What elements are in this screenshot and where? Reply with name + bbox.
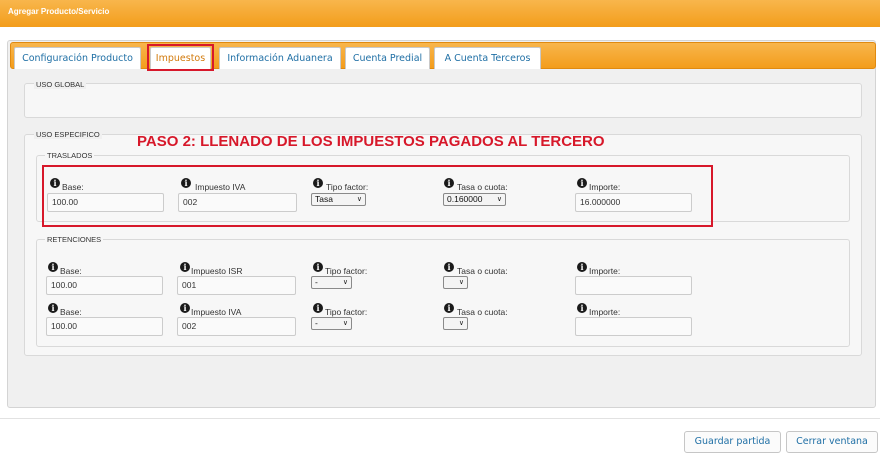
tipo-factor-value: -: [315, 277, 318, 287]
window-titlebar: Agregar Producto/Servicio: [0, 0, 880, 27]
impuesto-input[interactable]: 002: [177, 317, 296, 336]
chevron-down-icon: ∨: [342, 279, 348, 286]
footer-divider: [0, 418, 880, 419]
uso-global-label: USO GLOBAL: [34, 80, 87, 89]
tipo-factor-label: Tipo factor:: [325, 266, 368, 276]
tab-a-cuenta-terceros[interactable]: A Cuenta Terceros: [434, 47, 541, 69]
tipo-factor-select[interactable]: - ∨: [311, 317, 352, 330]
tasa-cuota-select[interactable]: ∨: [443, 276, 468, 289]
traslados-label: TRASLADOS: [45, 151, 95, 160]
tasa-cuota-select[interactable]: ∨: [443, 317, 468, 330]
tasa-cuota-label: Tasa o cuota:: [457, 307, 508, 317]
info-circle-icon: i: [444, 262, 454, 272]
tipo-factor-value: -: [315, 318, 318, 328]
guardar-partida-button[interactable]: Guardar partida: [684, 431, 781, 453]
info-circle-icon: i: [48, 262, 58, 272]
highlight-impuestos-tab: [147, 44, 214, 71]
info-circle-icon: i: [180, 303, 190, 313]
info-circle-icon: i: [48, 303, 58, 313]
base-label: Base:: [60, 307, 82, 317]
impuesto-input[interactable]: 001: [177, 276, 296, 295]
base-input[interactable]: 100.00: [46, 317, 163, 336]
impuesto-label: Impuesto IVA: [191, 307, 242, 317]
tab-cuenta-predial[interactable]: Cuenta Predial: [345, 47, 430, 69]
base-label: Base:: [60, 266, 82, 276]
cerrar-ventana-button[interactable]: Cerrar ventana: [786, 431, 878, 453]
impuesto-label: Impuesto ISR: [191, 266, 243, 276]
tipo-factor-select[interactable]: - ∨: [311, 276, 352, 289]
importe-input[interactable]: [575, 317, 692, 336]
highlight-traslados-row: [42, 165, 713, 227]
tab-informacion-aduanera[interactable]: Información Aduanera: [219, 47, 341, 69]
uso-especifico-label: USO ESPECIFICO: [34, 130, 102, 139]
uso-global-box: [24, 83, 862, 118]
window-title: Agregar Producto/Servicio: [8, 7, 110, 16]
info-circle-icon: i: [444, 303, 454, 313]
importe-input[interactable]: [575, 276, 692, 295]
info-circle-icon: i: [577, 303, 587, 313]
chevron-down-icon: ∨: [458, 279, 464, 286]
info-circle-icon: i: [577, 262, 587, 272]
tasa-cuota-label: Tasa o cuota:: [457, 266, 508, 276]
info-circle-icon: i: [313, 303, 323, 313]
info-circle-icon: i: [313, 262, 323, 272]
base-input[interactable]: 100.00: [46, 276, 163, 295]
importe-label: Importe:: [589, 266, 621, 276]
info-circle-icon: i: [180, 262, 190, 272]
retenciones-label: RETENCIONES: [45, 235, 104, 244]
tab-configuracion-producto[interactable]: Configuración Producto: [14, 47, 141, 69]
paso-2-banner: PASO 2: LLENADO DE LOS IMPUESTOS PAGADOS…: [137, 133, 605, 150]
chevron-down-icon: ∨: [342, 320, 348, 327]
importe-label: Importe:: [589, 307, 621, 317]
chevron-down-icon: ∨: [458, 320, 464, 327]
tipo-factor-label: Tipo factor:: [325, 307, 368, 317]
